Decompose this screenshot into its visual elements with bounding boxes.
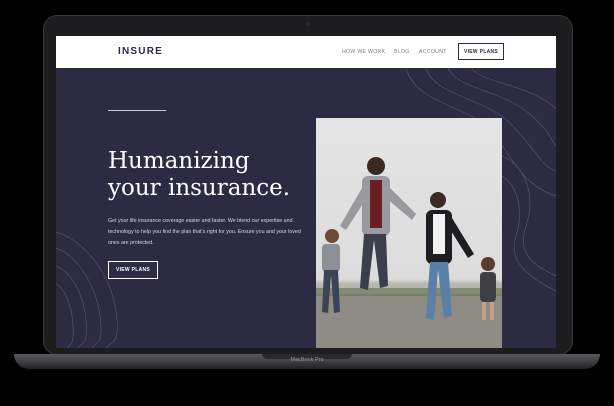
hero-divider — [108, 110, 166, 111]
hero-paragraph: Get your life insurance coverage easier … — [108, 218, 301, 246]
hero-family-photo — [316, 118, 502, 348]
device-label: MacBook Pro — [290, 357, 324, 363]
hero-title-line-2: your insurance. — [108, 175, 291, 201]
camera-icon — [306, 22, 310, 26]
family-illustration — [316, 157, 502, 348]
hero-view-plans-button[interactable]: VIEW PLANS — [108, 261, 158, 279]
hero-title-line-1: Humanizing — [108, 148, 250, 174]
laptop-screen: INSURE HOW WE WORK BLOG ACCOUNT VIEW PLA… — [56, 36, 556, 348]
hero-title: Humanizing your insurance. — [108, 148, 308, 202]
